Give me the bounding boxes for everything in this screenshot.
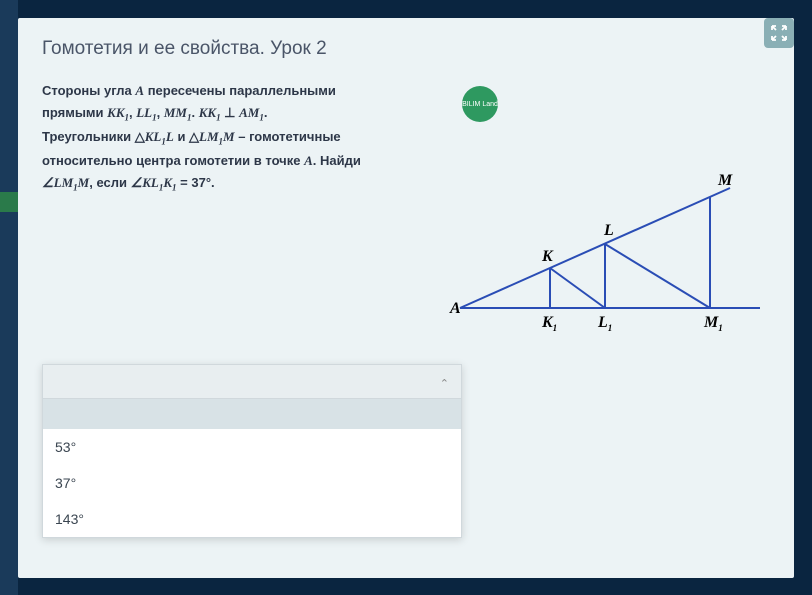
label-L: L bbox=[604, 222, 614, 240]
problem-text: Стороны угла A пересечены параллельными … bbox=[42, 80, 442, 196]
content-panel: Гомотетия и ее свойства. Урок 2 Стороны … bbox=[18, 18, 794, 578]
page-title: Гомотетия и ее свойства. Урок 2 bbox=[18, 18, 794, 66]
bilim-badge: BILIM Land bbox=[462, 86, 498, 122]
label-L1: L1 bbox=[598, 314, 612, 333]
label-M1: M1 bbox=[704, 314, 723, 333]
sidebar-tab[interactable] bbox=[0, 192, 18, 212]
dropdown-option[interactable]: 53° bbox=[43, 429, 461, 465]
label-K: K bbox=[542, 248, 553, 266]
dropdown-highlight[interactable] bbox=[43, 399, 461, 429]
chevron-up-icon: ⌃ bbox=[440, 377, 449, 390]
dropdown-option[interactable]: 37° bbox=[43, 465, 461, 501]
sidebar bbox=[0, 0, 18, 595]
answer-dropdown[interactable]: ⌃ 53° 37° 143° bbox=[42, 364, 462, 538]
fullscreen-icon bbox=[771, 25, 787, 41]
label-K1: K1 bbox=[542, 314, 557, 333]
label-M: M bbox=[718, 172, 732, 190]
geometry-figure: A K L M K1 L1 M1 bbox=[450, 158, 770, 358]
dropdown-selected[interactable]: ⌃ bbox=[43, 365, 461, 399]
dropdown-option[interactable]: 143° bbox=[43, 501, 461, 537]
fullscreen-button[interactable] bbox=[764, 18, 794, 48]
label-A: A bbox=[450, 300, 461, 318]
badge-label: BILIM Land bbox=[462, 101, 498, 108]
